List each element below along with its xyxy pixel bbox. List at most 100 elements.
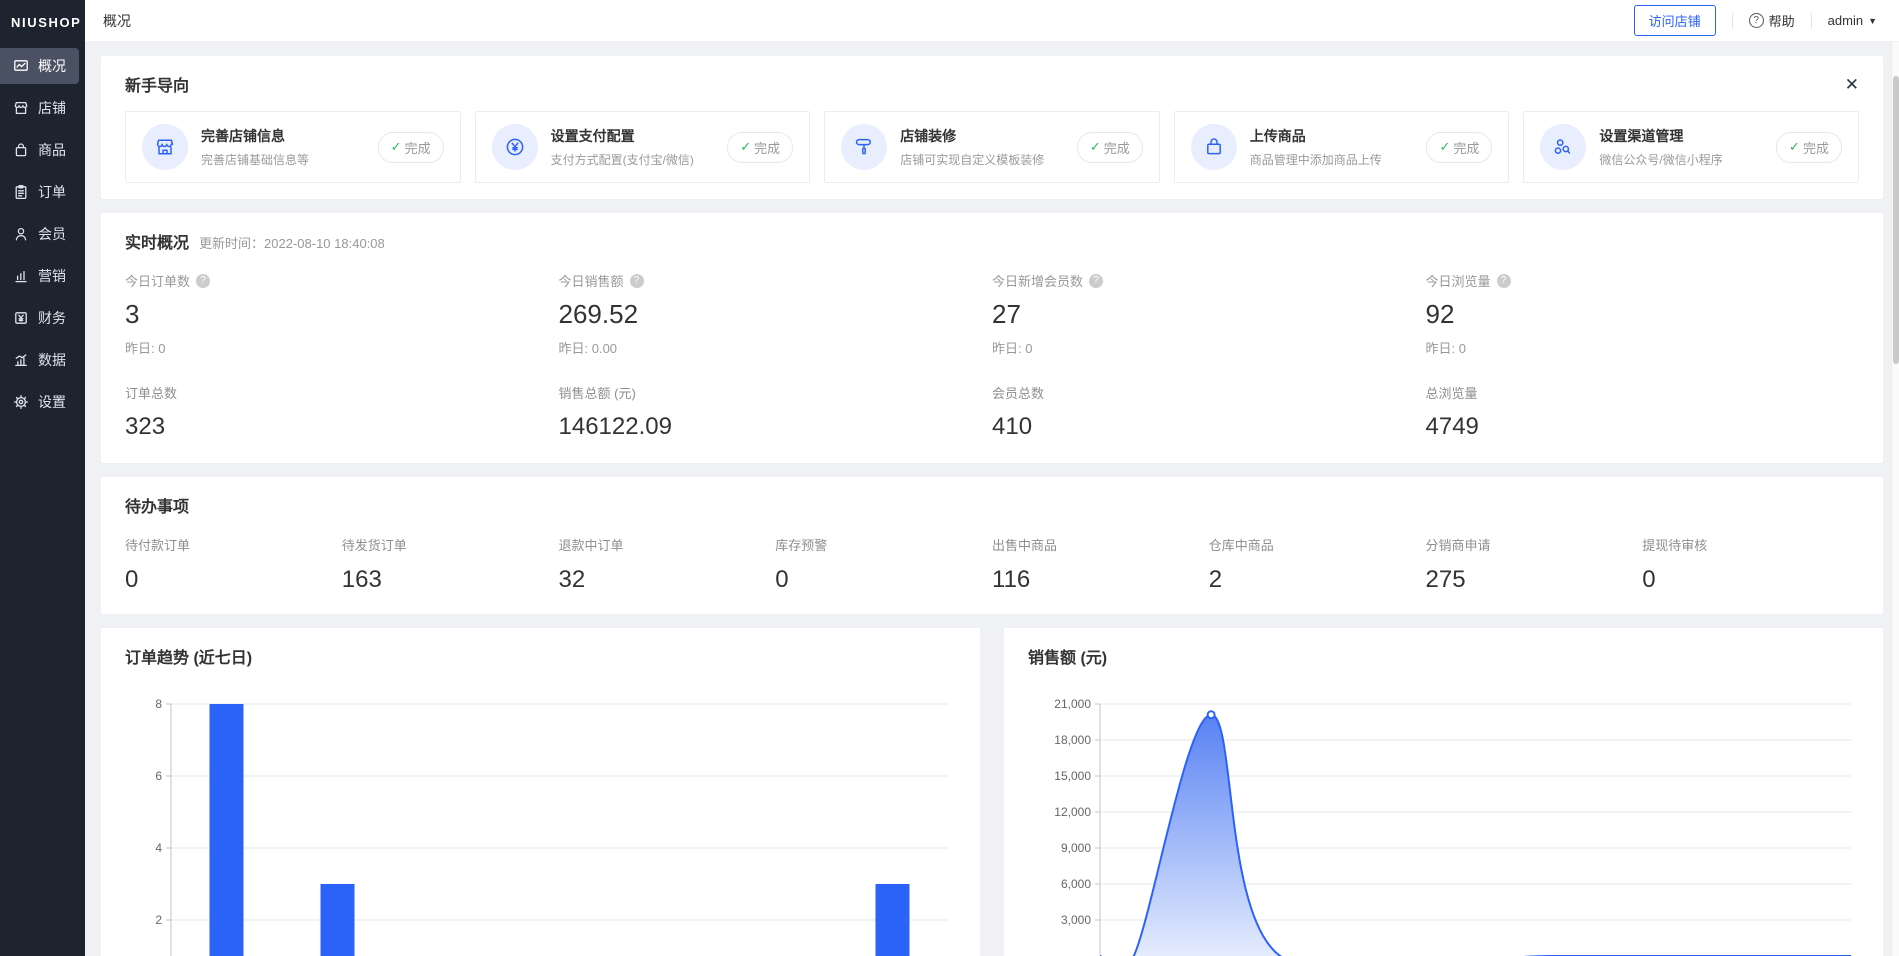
- help-icon[interactable]: ?: [1089, 274, 1103, 288]
- sidebar-item-goods[interactable]: 商品: [0, 132, 79, 168]
- order-icon: [13, 184, 29, 200]
- sidebar-item-settings[interactable]: 设置: [0, 384, 79, 420]
- stat-value: 92: [1426, 299, 1860, 330]
- todo-distributor-apply[interactable]: 分销商申请 275: [1426, 517, 1643, 598]
- sidebar-item-label: 订单: [38, 182, 66, 202]
- guide-item-channels[interactable]: 设置渠道管理 微信公众号/微信小程序 ✓ 完成: [1523, 111, 1859, 183]
- sidebar-item-member[interactable]: 会员: [0, 216, 79, 252]
- yen-circle-icon: [492, 124, 538, 170]
- order-trend-chart: 8642: [125, 684, 956, 956]
- stat-label: 今日浏览量: [1426, 271, 1491, 290]
- today-stats: 今日订单数? 3 昨日: 0 今日销售额? 269.52 昨日: 0.00 今日…: [125, 253, 1859, 357]
- sidebar-item-data[interactable]: 数据: [0, 342, 79, 378]
- stat-today-sales: 今日销售额? 269.52 昨日: 0.00: [559, 253, 993, 357]
- store-icon: [13, 100, 29, 116]
- guide-item-title: 设置支付配置: [551, 126, 715, 146]
- user-dropdown[interactable]: admin ▼: [1828, 13, 1877, 28]
- stat-today-orders: 今日订单数? 3 昨日: 0: [125, 253, 559, 357]
- svg-text:6: 6: [155, 769, 162, 783]
- breadcrumb: 概况: [103, 11, 131, 31]
- sidebar-item-marketing[interactable]: 营销: [0, 258, 79, 294]
- stat-yesterday: 昨日: 0: [125, 338, 559, 357]
- todo-in-warehouse[interactable]: 仓库中商品 2: [1209, 517, 1426, 598]
- sidebar-item-label: 会员: [38, 224, 66, 244]
- guide-item-store-info[interactable]: 完善店铺信息 完善店铺基础信息等 ✓ 完成: [125, 111, 461, 183]
- todo-items: 待付款订单 0 待发货订单 163 退款中订单 32 库存预警 0: [125, 517, 1859, 598]
- todo-withdraw-review[interactable]: 提现待审核 0: [1642, 517, 1859, 598]
- guide-item-text: 设置渠道管理 微信公众号/微信小程序: [1599, 126, 1763, 168]
- todo-label: 退款中订单: [559, 535, 776, 554]
- todo-stock-warning[interactable]: 库存预警 0: [775, 517, 992, 598]
- help-icon[interactable]: ?: [630, 274, 644, 288]
- member-icon: [13, 226, 29, 242]
- charts-row: 订单趋势 (近七日) 8642 销售额 (元) 21,00018,00015,0…: [101, 628, 1883, 956]
- guide-item-payment[interactable]: 设置支付配置 支付方式配置(支付宝/微信) ✓ 完成: [475, 111, 811, 183]
- divider: [1732, 13, 1733, 29]
- stat-yesterday: 昨日: 0: [992, 338, 1426, 357]
- stat-label: 总浏览量: [1426, 383, 1860, 402]
- stat-total-orders: 订单总数 323: [125, 383, 559, 441]
- svg-text:9,000: 9,000: [1061, 841, 1091, 855]
- stat-yesterday: 昨日: 0.00: [559, 338, 993, 357]
- done-badge: ✓ 完成: [1077, 132, 1143, 163]
- scrollbar-thumb[interactable]: [1893, 76, 1899, 364]
- todo-value: 0: [125, 566, 342, 598]
- todo-on-sale[interactable]: 出售中商品 116: [992, 517, 1209, 598]
- todo-pending-payment[interactable]: 待付款订单 0: [125, 517, 342, 598]
- scrollbar-track[interactable]: [1891, 42, 1899, 956]
- sidebar-item-store[interactable]: 店铺: [0, 90, 79, 126]
- help-icon[interactable]: ?: [1497, 274, 1511, 288]
- sidebar-item-label: 财务: [38, 308, 66, 328]
- svg-text:3,000: 3,000: [1061, 913, 1091, 927]
- svg-text:2: 2: [155, 913, 162, 927]
- overview-icon: [13, 58, 29, 74]
- stat-value: 410: [992, 413, 1426, 441]
- app-window: NIUSHOP 概况 店铺 商品 订单 会员: [0, 0, 1899, 956]
- stat-today-views: 今日浏览量? 92 昨日: 0: [1426, 253, 1860, 357]
- sales-chart-title: 销售额 (元): [1028, 650, 1107, 667]
- todo-pending-shipment[interactable]: 待发货订单 163: [342, 517, 559, 598]
- channels-icon: [1540, 124, 1586, 170]
- visit-store-button[interactable]: 访问店铺: [1634, 5, 1716, 36]
- stat-value: 323: [125, 413, 559, 441]
- svg-text:8: 8: [155, 697, 162, 711]
- stat-total-views: 总浏览量 4749: [1426, 383, 1860, 441]
- sales-chart-card: 销售额 (元) 21,00018,00015,00012,0009,0006,0…: [1004, 628, 1883, 956]
- help-icon[interactable]: ?: [196, 274, 210, 288]
- stat-today-new-members: 今日新增会员数? 27 昨日: 0: [992, 253, 1426, 357]
- update-time-value: 2022-08-10 18:40:08: [264, 236, 385, 251]
- data-icon: [13, 352, 29, 368]
- check-icon: ✓: [1439, 139, 1450, 155]
- realtime-title: 实时概况: [125, 235, 189, 252]
- sidebar: NIUSHOP 概况 店铺 商品 订单 会员: [0, 0, 85, 956]
- sidebar-item-order[interactable]: 订单: [0, 174, 79, 210]
- guide-item-subtitle: 店铺可实现自定义模板装修: [900, 151, 1064, 168]
- done-label: 完成: [1803, 138, 1829, 157]
- sidebar-item-overview[interactable]: 概况: [0, 48, 79, 84]
- guide-item-decorate[interactable]: 店铺装修 店铺可实现自定义模板装修 ✓ 完成: [824, 111, 1160, 183]
- guide-card: 新手导向 ✕ 完善店铺信息 完善店铺基础信息等 ✓: [101, 56, 1883, 199]
- todo-label: 库存预警: [775, 535, 992, 554]
- todo-value: 32: [559, 566, 776, 598]
- svg-text:15,000: 15,000: [1054, 769, 1091, 783]
- username: admin: [1828, 13, 1863, 28]
- help-menu[interactable]: ? 帮助: [1749, 11, 1795, 30]
- guide-item-upload-goods[interactable]: 上传商品 商品管理中添加商品上传 ✓ 完成: [1174, 111, 1510, 183]
- guide-item-text: 完善店铺信息 完善店铺基础信息等: [201, 126, 365, 168]
- todo-refunding[interactable]: 退款中订单 32: [559, 517, 776, 598]
- sidebar-item-finance[interactable]: 财务: [0, 300, 79, 336]
- todo-value: 163: [342, 566, 559, 598]
- stat-label: 今日订单数: [125, 271, 190, 290]
- guide-item-title: 设置渠道管理: [1599, 126, 1763, 146]
- check-icon: ✓: [740, 139, 751, 155]
- stat-label: 订单总数: [125, 383, 559, 402]
- stat-label: 会员总数: [992, 383, 1426, 402]
- stat-yesterday: 昨日: 0: [1426, 338, 1860, 357]
- topbar: 概况 访问店铺 ? 帮助 admin ▼: [85, 0, 1899, 42]
- done-badge: ✓ 完成: [378, 132, 444, 163]
- svg-text:18,000: 18,000: [1054, 733, 1091, 747]
- divider: [1811, 13, 1812, 29]
- todo-label: 提现待审核: [1642, 535, 1859, 554]
- close-icon[interactable]: ✕: [1845, 76, 1859, 93]
- stat-value: 3: [125, 299, 559, 330]
